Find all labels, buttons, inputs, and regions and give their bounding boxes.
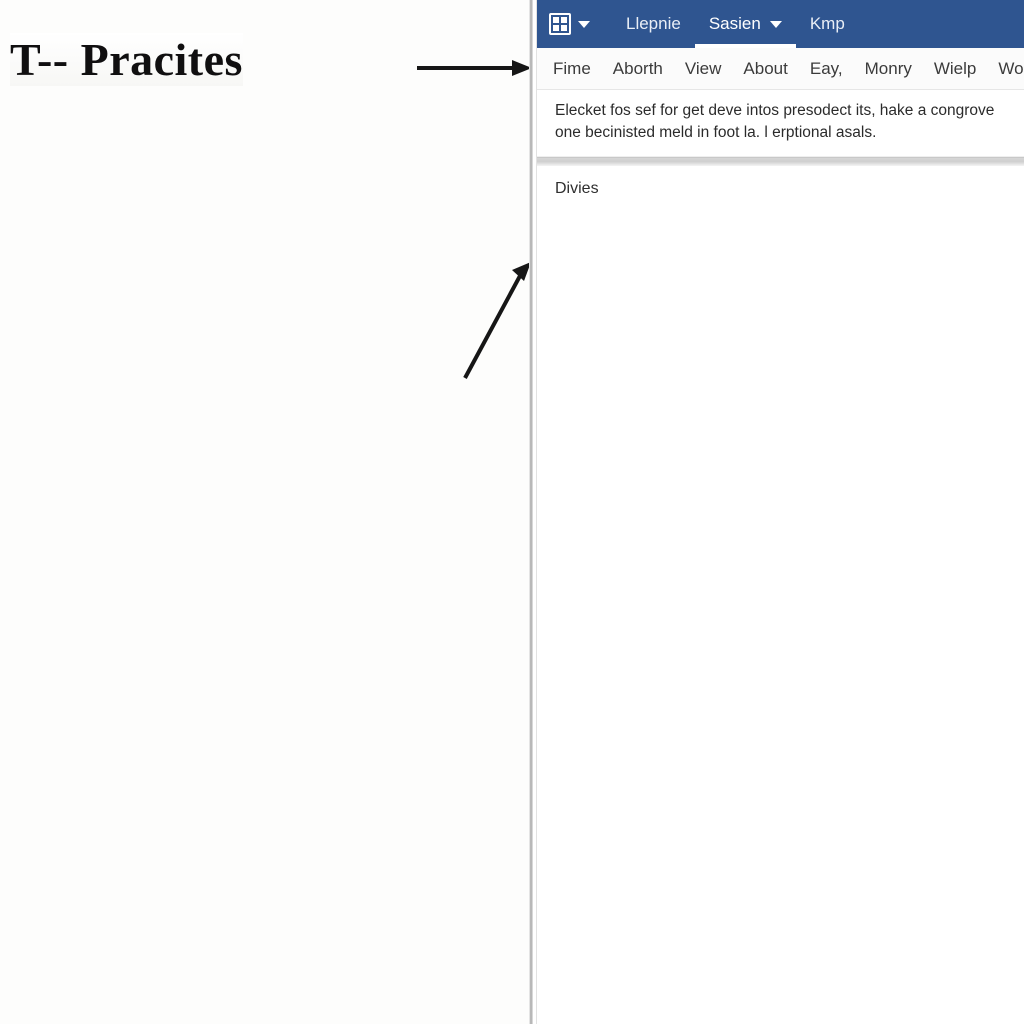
grid-square-icon xyxy=(549,13,571,35)
page-title: T-- Pracites xyxy=(10,33,243,86)
menu-item-wielp[interactable]: Wielp xyxy=(934,59,977,79)
app-titlebar: Llepnie Sasien Kmp xyxy=(537,0,1024,48)
ribbon-tab-sasien[interactable]: Sasien xyxy=(694,0,796,48)
ribbon-tab-label: Sasien xyxy=(708,14,761,33)
chevron-down-icon[interactable] xyxy=(769,20,782,28)
content-area: Divies xyxy=(537,166,1024,1024)
section-label-divies: Divies xyxy=(555,180,599,197)
diagonal-arrow-icon xyxy=(463,262,530,379)
menu-item-aborth[interactable]: Aborth xyxy=(613,59,663,79)
menu-item-word[interactable]: Word xyxy=(998,59,1024,79)
menu-item-about[interactable]: About xyxy=(743,59,787,79)
left-pane: T-- Pracites xyxy=(0,0,530,1024)
info-strip: Elecket fos sef for get deve intos preso… xyxy=(537,90,1024,157)
ribbon-tab-llepnie[interactable]: Llepnie xyxy=(612,0,695,48)
menu-item-monry[interactable]: Monry xyxy=(865,59,912,79)
app-icon-group[interactable] xyxy=(549,13,590,35)
app-window: Llepnie Sasien Kmp Fime Aborth View Abou… xyxy=(536,0,1024,1024)
ribbon-tab-label: Kmp xyxy=(809,14,845,33)
chevron-down-icon[interactable] xyxy=(578,20,590,28)
annotation-arrows xyxy=(417,60,530,379)
menu-item-fime[interactable]: Fime xyxy=(553,59,591,79)
info-text: Elecket fos sef for get deve intos preso… xyxy=(555,102,995,141)
ribbon-tab-kmp[interactable]: Kmp xyxy=(796,0,859,48)
pane-divider xyxy=(529,0,533,1024)
ribbon-tab-label: Llepnie xyxy=(626,14,681,33)
menu-item-view[interactable]: View xyxy=(685,59,722,79)
section-separator xyxy=(537,157,1024,166)
menu-item-eay[interactable]: Eay, xyxy=(810,59,843,79)
horizontal-arrow-icon xyxy=(417,60,530,76)
menubar: Fime Aborth View About Eay, Monry Wielp … xyxy=(537,48,1024,90)
screenshot-root: T-- Pracites Llepnie Sasien Kmp Fime Abo… xyxy=(0,0,1024,1024)
